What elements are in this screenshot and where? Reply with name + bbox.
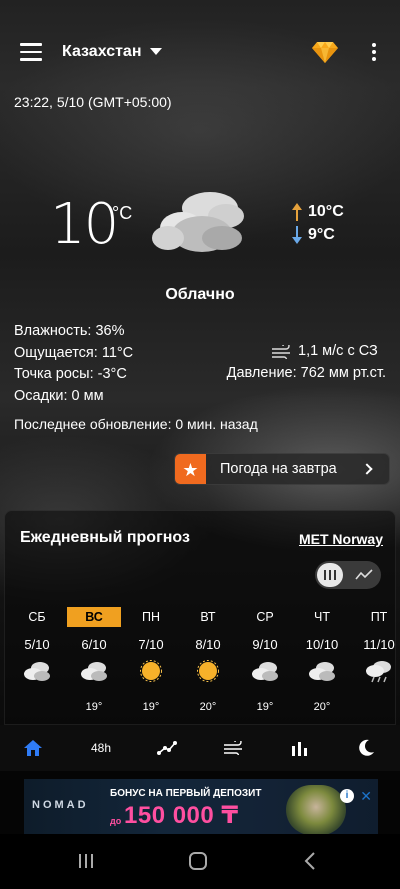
weather-details: Влажность: 36% Ощущается: 11°C Точка рос… bbox=[14, 321, 133, 407]
home-icon bbox=[24, 740, 42, 756]
high-low-temps: 10°C 9°C bbox=[290, 200, 344, 246]
wind-speed: 1,1 м/с с СЗ bbox=[298, 343, 378, 359]
wind-icon bbox=[224, 741, 242, 755]
daily-forecast-title: Ежедневный прогноз bbox=[20, 529, 190, 546]
nav-graph[interactable] bbox=[152, 725, 182, 771]
day-name: ПН bbox=[141, 610, 160, 624]
cloudy-icon bbox=[24, 662, 50, 681]
forecast-day[interactable]: ЧТ 10/10 20° bbox=[294, 607, 350, 713]
view-toggle[interactable] bbox=[315, 561, 381, 589]
system-navigation bbox=[0, 834, 400, 889]
pressure: Давление: 762 мм рт.ст. bbox=[226, 365, 386, 381]
forecast-day[interactable]: СБ 5/10 bbox=[9, 607, 65, 701]
day-name: ВТ bbox=[200, 610, 216, 624]
day-name: СР bbox=[256, 610, 274, 624]
forecast-day[interactable]: ВС 6/10 19° bbox=[66, 607, 122, 713]
line-chart-icon[interactable] bbox=[355, 567, 373, 583]
nav-home[interactable] bbox=[18, 725, 48, 771]
nav-charts[interactable] bbox=[286, 725, 314, 771]
day-date: 7/10 bbox=[138, 637, 164, 652]
feels-like: Ощущается: 11°C bbox=[14, 344, 134, 361]
bottom-navigation: 48h bbox=[0, 725, 400, 771]
cloudy-icon bbox=[81, 662, 107, 681]
ad-prefix: до bbox=[110, 816, 122, 826]
cloudy-icon bbox=[252, 662, 278, 681]
day-date: 8/10 bbox=[195, 637, 221, 652]
diamond-icon[interactable] bbox=[312, 40, 338, 64]
day-name: ПТ bbox=[370, 610, 388, 624]
nav-wind[interactable] bbox=[218, 725, 250, 771]
moon-icon bbox=[359, 739, 374, 756]
sunny-icon bbox=[197, 660, 219, 682]
home-button[interactable] bbox=[187, 848, 209, 874]
cloudy-icon bbox=[152, 192, 244, 252]
ad-info-icon[interactable]: i bbox=[340, 789, 354, 803]
current-datetime: 23:22, 5/10 (GMT+05:00) bbox=[14, 94, 172, 110]
ad-amount: 150 000 ₸ bbox=[124, 802, 239, 829]
humidity: Влажность: 36% bbox=[14, 323, 125, 339]
tomorrow-weather-label: Погода на завтра bbox=[220, 461, 337, 477]
day-name: ЧТ bbox=[314, 610, 330, 624]
day-name: ВС bbox=[67, 607, 121, 627]
bars-view-icon[interactable] bbox=[317, 563, 343, 587]
nav-hourly[interactable]: 48h bbox=[84, 725, 118, 771]
last-update: Последнее обновление: 0 мин. назад bbox=[14, 416, 258, 432]
more-vertical-icon[interactable] bbox=[372, 43, 378, 63]
chevron-down-icon[interactable] bbox=[150, 48, 162, 55]
nav-hourly-label: 48h bbox=[90, 741, 112, 755]
forecast-day[interactable]: ПТ 11/10 bbox=[351, 607, 395, 701]
recent-apps-button[interactable] bbox=[76, 848, 96, 874]
status-bar bbox=[0, 0, 400, 30]
day-date: 11/10 bbox=[363, 637, 395, 652]
graph-icon bbox=[157, 741, 177, 755]
temperature-unit: °C bbox=[112, 203, 133, 223]
home-circle-icon bbox=[189, 852, 207, 870]
daily-forecast-card: Ежедневный прогноз MET Norway СБ 5/10 ВС… bbox=[4, 510, 396, 725]
day-temp: 20° bbox=[313, 701, 331, 713]
sunny-icon bbox=[140, 660, 162, 682]
tomorrow-weather-button[interactable]: ★ Погода на завтра bbox=[174, 453, 390, 485]
day-date: 10/10 bbox=[305, 637, 339, 652]
high-temp: 10°C bbox=[308, 202, 344, 220]
chevron-right-icon bbox=[361, 463, 373, 475]
precipitation: Осадки: 0 мм bbox=[14, 387, 104, 404]
day-date: 9/10 bbox=[252, 637, 278, 652]
top-bar: Казахстан bbox=[0, 30, 400, 74]
day-date: 6/10 bbox=[81, 637, 107, 652]
day-temp: 19° bbox=[85, 701, 103, 713]
hamburger-menu-icon[interactable] bbox=[20, 43, 42, 61]
wind-icon bbox=[272, 345, 290, 359]
day-temp: 20° bbox=[199, 701, 217, 713]
day-date: 5/10 bbox=[24, 637, 50, 652]
day-name: СБ bbox=[28, 610, 46, 624]
ad-area: NOMAD БОНУС НА ПЕРВЫЙ ДЕПОЗИТ до 150 000… bbox=[0, 771, 400, 835]
location-title[interactable]: Казахстан bbox=[62, 43, 142, 61]
forecast-day[interactable]: ВТ 8/10 20° bbox=[180, 607, 236, 713]
ad-headline: БОНУС НА ПЕРВЫЙ ДЕПОЗИТ bbox=[110, 788, 262, 799]
nav-night[interactable] bbox=[352, 725, 380, 771]
dew-point: Точка росы: -3°C bbox=[14, 366, 127, 382]
ad-close-icon[interactable]: ✕ bbox=[360, 788, 372, 805]
ad-image bbox=[286, 785, 346, 835]
current-temperature: 10 bbox=[50, 192, 119, 257]
weather-condition: Облачно bbox=[165, 286, 235, 303]
rain-icon bbox=[366, 661, 391, 683]
back-icon bbox=[304, 852, 315, 870]
bar-chart-icon bbox=[292, 742, 307, 756]
day-temp: 19° bbox=[142, 701, 160, 713]
forecast-day[interactable]: СР 9/10 19° bbox=[237, 607, 293, 713]
arrow-up-icon bbox=[290, 202, 304, 221]
ad-banner[interactable]: NOMAD БОНУС НА ПЕРВЫЙ ДЕПОЗИТ до 150 000… bbox=[24, 779, 378, 835]
cloudy-icon bbox=[309, 662, 335, 681]
low-temp: 9°C bbox=[308, 225, 335, 243]
forecast-day[interactable]: ПН 7/10 19° bbox=[123, 607, 179, 713]
star-icon: ★ bbox=[175, 454, 206, 484]
recent-apps-icon bbox=[79, 854, 93, 868]
forecast-days: СБ 5/10 ВС 6/10 19° ПН 7/10 19° ВТ 8/10 … bbox=[5, 607, 395, 724]
day-temp: 19° bbox=[256, 701, 274, 713]
forecast-source-link[interactable]: MET Norway bbox=[299, 531, 383, 547]
ad-brand-logo: NOMAD bbox=[32, 799, 89, 811]
back-button[interactable] bbox=[300, 848, 320, 874]
arrow-down-icon bbox=[290, 225, 304, 244]
